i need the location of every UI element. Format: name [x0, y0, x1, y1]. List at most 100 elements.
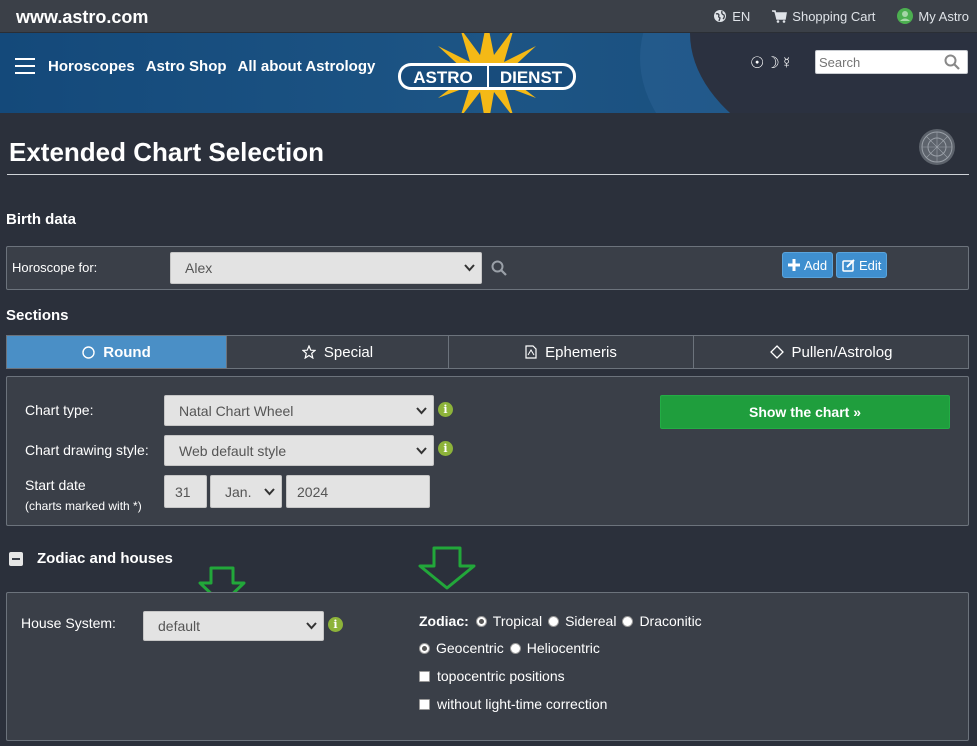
- search-icon[interactable]: [944, 54, 960, 70]
- logo-text-dienst: DIENST: [500, 68, 563, 87]
- radio-draconitic-label: Draconitic: [639, 613, 702, 629]
- start-year-input[interactable]: 2024: [286, 475, 430, 508]
- shopping-cart-label: Shopping Cart: [792, 8, 876, 24]
- language-selector[interactable]: EN: [713, 8, 750, 24]
- circle-icon: [82, 345, 95, 359]
- zodiac-houses-heading: Zodiac and houses: [37, 550, 173, 567]
- chevron-down-icon: [416, 406, 427, 414]
- menu-icon[interactable]: [15, 58, 35, 74]
- title-divider: [7, 174, 969, 175]
- chevron-down-icon: [464, 264, 475, 272]
- horoscope-for-label: Horoscope for:: [12, 260, 98, 275]
- radio-draconitic[interactable]: [622, 615, 634, 627]
- chart-type-info-icon[interactable]: i: [438, 402, 453, 417]
- radio-sidereal-label: Sidereal: [565, 613, 617, 629]
- edit-button-label: Edit: [859, 257, 882, 273]
- pdf-file-icon: [525, 345, 537, 359]
- chart-type-label: Chart type:: [25, 402, 94, 418]
- site-url[interactable]: www.astro.com: [16, 7, 148, 28]
- cart-icon: [772, 9, 788, 23]
- language-label: EN: [732, 8, 751, 24]
- chevron-down-icon: [306, 622, 317, 630]
- radio-tropical-label: Tropical: [492, 613, 543, 629]
- search-person-icon[interactable]: [491, 260, 507, 276]
- tab-round[interactable]: Round: [7, 336, 227, 368]
- topocentric-label: topocentric positions: [437, 668, 565, 684]
- tab-ephemeris-label: Ephemeris: [545, 343, 617, 361]
- radio-geocentric-label: Geocentric: [436, 640, 504, 656]
- chevron-down-icon: [264, 487, 275, 495]
- globe-icon: [714, 10, 727, 22]
- chevron-down-icon: [416, 446, 427, 454]
- main-header: Horoscopes Astro Shop All about Astrolog…: [0, 33, 977, 113]
- collapse-icon[interactable]: [9, 552, 23, 566]
- main-nav: Horoscopes Astro Shop All about Astrolog…: [48, 58, 375, 75]
- house-system-label: House System:: [21, 615, 116, 631]
- radio-heliocentric[interactable]: [509, 642, 521, 654]
- nav-horoscopes[interactable]: Horoscopes: [48, 58, 135, 75]
- user-circle-icon: [897, 8, 914, 24]
- edit-button[interactable]: Edit: [836, 252, 888, 278]
- start-date-label: Start date: [25, 477, 86, 493]
- search-box: [815, 50, 968, 74]
- drawing-style-label: Chart drawing style:: [25, 442, 149, 458]
- add-button[interactable]: Add: [782, 252, 834, 278]
- light-time-checkbox[interactable]: [419, 698, 430, 710]
- top-links: EN Shopping Cart My Astro: [691, 8, 969, 24]
- light-time-row: without light-time correction: [419, 696, 607, 712]
- show-chart-button[interactable]: Show the chart »: [660, 395, 950, 429]
- search-input[interactable]: [816, 51, 936, 73]
- drawing-style-value: Web default style: [179, 442, 287, 459]
- zodiac-medallion-icon: [919, 129, 955, 165]
- my-astro-label: My Astro: [918, 8, 969, 24]
- horoscope-for-select[interactable]: Alex: [170, 252, 482, 284]
- drawing-style-info-icon[interactable]: i: [438, 441, 453, 456]
- start-month-select[interactable]: Jan.: [210, 475, 282, 508]
- zodiac-label: Zodiac:: [419, 613, 469, 629]
- zodiac-options-row: Zodiac: Tropical Sidereal Draconitic: [419, 613, 702, 629]
- my-astro-link[interactable]: My Astro: [897, 8, 969, 24]
- annotation-arrow-down-icon: [418, 546, 476, 590]
- light-time-label: without light-time correction: [437, 696, 608, 712]
- tab-pullen-astrolog[interactable]: Pullen/Astrolog: [694, 336, 968, 368]
- edit-icon: [842, 258, 855, 272]
- zodiac-houses-panel: House System: default i Zodiac: Tropical…: [6, 592, 969, 741]
- tab-special-label: Special: [323, 343, 374, 361]
- nav-astro-shop[interactable]: Astro Shop: [146, 58, 227, 75]
- diamond-icon: [769, 345, 784, 359]
- top-utility-bar: www.astro.com EN Shopping Cart My Astro: [0, 0, 977, 33]
- section-tabs: Round Special Ephemeris Pullen/Astrolog: [6, 335, 969, 369]
- nav-all-about-astrology[interactable]: All about Astrology: [238, 58, 376, 75]
- drawing-style-select[interactable]: Web default style: [164, 435, 434, 466]
- tab-ephemeris[interactable]: Ephemeris: [449, 336, 694, 368]
- shopping-cart-link[interactable]: Shopping Cart: [772, 8, 875, 24]
- birth-data-heading: Birth data: [6, 211, 77, 228]
- topocentric-row: topocentric positions: [419, 668, 565, 684]
- radio-geocentric[interactable]: [419, 642, 430, 654]
- logo-text-astro: ASTRO: [413, 68, 473, 87]
- star-icon: [301, 345, 316, 359]
- house-system-select[interactable]: default: [143, 611, 324, 641]
- house-system-value: default: [158, 618, 201, 634]
- topocentric-checkbox[interactable]: [419, 670, 430, 682]
- start-date-note: (charts marked with *): [25, 499, 142, 513]
- house-system-info-icon[interactable]: i: [328, 617, 343, 632]
- horoscope-for-value: Alex: [185, 260, 213, 276]
- chart-type-select[interactable]: Natal Chart Wheel: [164, 395, 434, 426]
- radio-heliocentric-label: Heliocentric: [526, 640, 600, 656]
- chart-type-value: Natal Chart Wheel: [179, 402, 294, 419]
- radio-tropical[interactable]: [475, 615, 487, 627]
- start-month-value: Jan.: [225, 483, 252, 500]
- tab-pullen-astrolog-label: Pullen/Astrolog: [791, 343, 893, 361]
- center-options-row: Geocentric Heliocentric: [419, 640, 600, 656]
- radio-sidereal[interactable]: [548, 615, 560, 627]
- page-title: Extended Chart Selection: [9, 137, 324, 167]
- tab-round-label: Round: [103, 343, 151, 361]
- add-button-label: Add: [804, 257, 828, 273]
- planet-glyphs[interactable]: ☉☽☿: [750, 53, 794, 73]
- start-day-input[interactable]: 31: [164, 475, 207, 508]
- astrodienst-logo[interactable]: ASTRO DIENST: [396, 33, 578, 113]
- birth-data-panel: Horoscope for: Alex Add Edit: [6, 246, 969, 290]
- plus-icon: [788, 259, 800, 271]
- tab-special[interactable]: Special: [227, 336, 449, 368]
